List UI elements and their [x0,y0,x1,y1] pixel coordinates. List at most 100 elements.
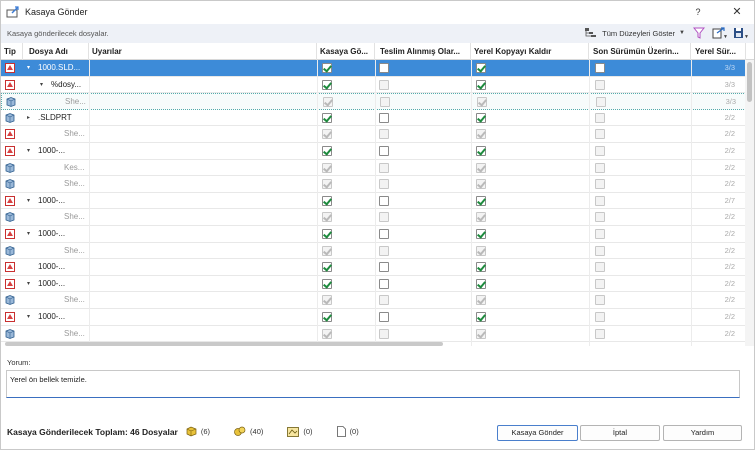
keep-checked-out-checkbox[interactable] [379,312,389,322]
checkin-checkbox[interactable] [322,195,332,206]
overwrite-latest-checkbox [595,146,605,156]
table-row[interactable]: 1000-... 2/2 [1,259,746,276]
table-row[interactable]: ▾ 1000-... 2/2 [1,143,746,160]
check-in-button[interactable]: Kasaya Gönder [497,425,578,441]
keep-checked-out-checkbox[interactable] [379,229,389,239]
table-row[interactable]: She... 3/3 [1,93,746,110]
local-version-value: 2/2 [724,129,735,139]
keep-checked-out-checkbox[interactable] [379,262,389,273]
remove-local-copy-checkbox[interactable] [476,63,486,73]
keep-checked-out-checkbox [379,179,389,190]
local-version-value: 2/2 [724,328,735,338]
save-icon[interactable]: ▼ [733,26,748,40]
drawing-file-icon [5,162,15,173]
column-header-overwrite-latest[interactable]: Son Sürümün Üzerin... [589,43,691,60]
remove-local-copy-checkbox [476,295,486,306]
checkin-checkbox[interactable] [322,262,332,273]
overwrite-latest-checkbox [595,245,605,256]
checkin-checkbox[interactable] [322,312,332,322]
remove-local-copy-checkbox[interactable] [476,278,486,289]
remove-local-copy-checkbox[interactable] [476,262,486,273]
table-row[interactable]: She... 2/2 [1,209,746,226]
export-icon[interactable]: ▼ [712,26,727,40]
column-header-checkin[interactable]: Kasaya Gö... [317,43,375,60]
table-row[interactable]: ▾ 1000-... 2/7 [1,193,746,210]
chevron-right-icon[interactable]: ▸ [27,110,30,126]
document-count: (0) [336,426,359,437]
remove-local-copy-checkbox[interactable] [476,195,486,206]
table-row[interactable]: She... 2/2 [1,326,746,343]
overwrite-latest-checkbox [595,162,605,173]
table-row[interactable]: She... 2/2 [1,243,746,260]
part-file-icon [5,63,15,73]
total-files-label: Kasaya Gönderilecek Toplam: 46 Dosyalar [7,426,178,437]
keep-checked-out-checkbox[interactable] [379,63,389,73]
table-row[interactable]: She... 2/2 [1,176,746,193]
close-button[interactable]: ✕ [723,4,751,20]
overwrite-latest-checkbox[interactable] [595,63,605,73]
table-row[interactable]: She... 2/2 [1,292,746,309]
chevron-down-icon[interactable]: ▾ [27,143,30,159]
checkin-checkbox[interactable] [322,79,332,90]
overwrite-latest-checkbox [595,312,605,322]
table-row[interactable]: ▾ 1000.SLD... 3/3 [1,60,746,77]
keep-checked-out-checkbox[interactable] [379,146,389,156]
chevron-down-icon[interactable]: ▾ [27,226,30,242]
svg-text:▼: ▼ [723,34,727,39]
chevron-down-icon[interactable]: ▾ [27,276,30,292]
vertical-scrollbar[interactable] [745,60,754,346]
column-divider [691,60,692,346]
checkin-checkbox[interactable] [322,63,332,73]
checkin-checkbox [322,245,332,256]
keep-checked-out-checkbox[interactable] [379,278,389,289]
chevron-down-icon[interactable]: ▾ [27,309,30,325]
checkin-checkbox[interactable] [322,112,332,123]
column-header-local-version[interactable]: Yerel Sür... [691,43,746,60]
remove-local-copy-checkbox[interactable] [476,312,486,322]
chevron-down-icon[interactable]: ▾ [27,193,30,209]
checkin-checkbox[interactable] [322,278,332,289]
local-version-value: 2/2 [724,162,735,172]
file-name: 1000.SLD... [38,63,81,72]
table-row[interactable]: ▾ 1000-... 2/2 [1,226,746,243]
comment-input[interactable]: Yerel ön bellek temizle. [6,370,740,398]
document-count-value: (0) [349,427,359,436]
show-all-levels-dropdown[interactable]: Tüm Düzeyleri Göster ▼ [583,26,685,40]
column-header-filename[interactable]: Dosya Adı [23,43,89,60]
table-row[interactable]: Kes... 2/2 [1,160,746,177]
remove-local-copy-checkbox[interactable] [476,229,486,239]
help-dialog-button[interactable]: Yardım [663,425,742,441]
cancel-button[interactable]: İptal [580,425,660,441]
table-row[interactable]: ▾ 1000-... 2/2 [1,276,746,293]
table-row[interactable]: She... 2/2 [1,126,746,143]
remove-local-copy-checkbox [476,129,486,140]
table-row[interactable]: ▾ 1000-... 2/2 [1,309,746,326]
chevron-down-icon[interactable]: ▾ [27,60,30,76]
remove-local-copy-checkbox[interactable] [476,146,486,156]
help-button[interactable]: ? [684,4,712,20]
checkin-checkbox[interactable] [322,229,332,239]
checkin-checkbox[interactable] [322,146,332,156]
keep-checked-out-checkbox[interactable] [379,112,389,123]
check-in-dialog: Kasaya Gönder ? ✕ Kasaya gönderilecek do… [0,0,755,450]
drawing-file-icon [5,179,15,190]
table-row[interactable]: ▸ .SLDPRT 2/2 [1,110,746,127]
horizontal-scrollbar[interactable] [5,342,443,346]
scrollbar-thumb[interactable] [747,62,752,102]
remove-local-copy-checkbox[interactable] [476,112,486,123]
file-name: Kes... [64,162,85,172]
file-name: 1000-... [38,312,66,321]
part-file-icon [5,229,15,239]
remove-local-copy-checkbox [477,97,487,108]
file-name: %dosy... [51,79,82,89]
assembly-count: (40) [234,426,263,437]
column-header-warnings[interactable]: Uyarılar [89,43,317,60]
column-header-type[interactable]: Tip [1,43,23,60]
chevron-down-icon[interactable]: ▾ [40,77,43,93]
remove-local-copy-checkbox[interactable] [476,79,486,90]
filter-icon[interactable] [691,26,706,40]
column-header-remove-local-copy[interactable]: Yerel Kopyayı Kaldır [471,43,589,60]
table-row[interactable]: ▾ %dosy... 3/3 [1,77,746,94]
column-header-keep-checked-out[interactable]: Teslim Alınmış Olar... [375,43,471,60]
keep-checked-out-checkbox[interactable] [379,195,389,206]
